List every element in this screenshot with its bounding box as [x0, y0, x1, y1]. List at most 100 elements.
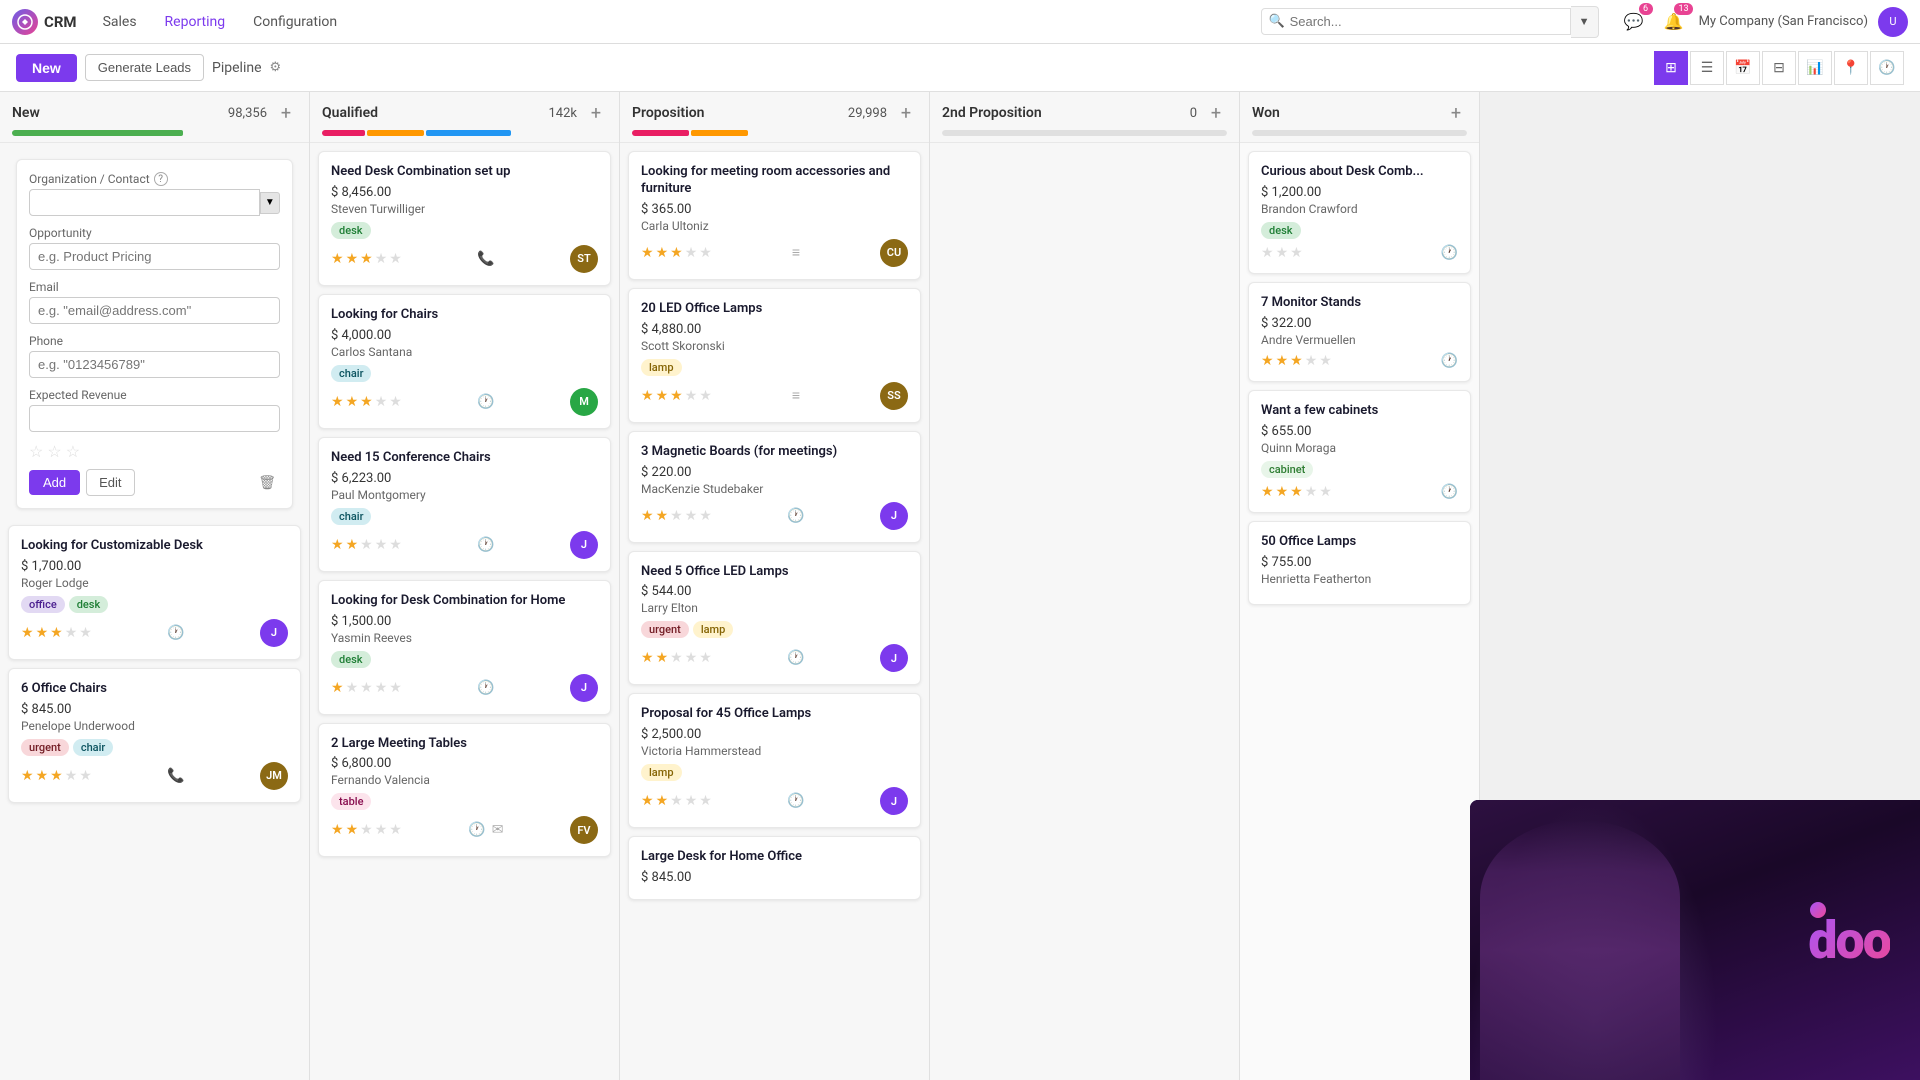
card-amount: $ 655.00 — [1261, 424, 1458, 439]
email-input[interactable] — [29, 297, 280, 324]
clock-icon[interactable]: 🕐 — [167, 625, 184, 641]
card-looking-for-chairs[interactable]: Looking for Chairs $ 4,000.00 Carlos San… — [318, 294, 611, 429]
clock-icon[interactable]: 🕐 — [477, 537, 494, 553]
nav-sales[interactable]: Sales — [93, 10, 147, 34]
clock-icon[interactable]: 🕐 — [468, 822, 485, 838]
card-customizable-desk[interactable]: Looking for Customizable Desk $ 1,700.00… — [8, 525, 301, 660]
org-contact-help-icon[interactable]: ? — [154, 172, 168, 186]
list-icon[interactable]: ≡ — [792, 244, 800, 261]
tag-chair[interactable]: chair — [331, 365, 371, 382]
org-contact-dropdown-btn[interactable]: ▼ — [260, 192, 280, 214]
card-contact: Quinn Moraga — [1261, 441, 1458, 455]
map-view-btn[interactable]: 📍 — [1834, 51, 1868, 85]
expected-revenue-input[interactable]: $0.00 — [29, 405, 280, 432]
phone-icon[interactable]: 📞 — [477, 251, 494, 267]
clock-icon[interactable]: 🕐 — [1441, 245, 1458, 261]
card-need-5-office-led-lamps[interactable]: Need 5 Office LED Lamps $ 544.00 Larry E… — [628, 551, 921, 686]
card-stars: ★ ★ ★ ★ ★ — [21, 625, 92, 641]
card-50-office-lamps[interactable]: 50 Office Lamps $ 755.00 Henrietta Feath… — [1248, 521, 1471, 605]
column-2nd-proposition-add-btn[interactable]: + — [1205, 102, 1227, 124]
column-qualified-add-btn[interactable]: + — [585, 102, 607, 124]
rating-star-1[interactable]: ☆ — [29, 442, 43, 461]
rating-star-3[interactable]: ☆ — [66, 442, 80, 461]
column-new-add-btn[interactable]: + — [275, 102, 297, 124]
notifications-badge: 13 — [1674, 3, 1692, 15]
tag-desk[interactable]: desk — [331, 222, 371, 239]
search-dropdown-btn[interactable]: ▼ — [1571, 6, 1599, 38]
pipeline-settings-icon[interactable]: ⚙ — [270, 60, 282, 75]
phone-field: Phone — [29, 334, 280, 378]
tag-cabinet[interactable]: cabinet — [1261, 461, 1313, 478]
tag-lamp[interactable]: lamp — [641, 764, 682, 781]
card-3-magnetic-boards[interactable]: 3 Magnetic Boards (for meetings) $ 220.0… — [628, 431, 921, 543]
nav-reporting[interactable]: Reporting — [155, 10, 236, 34]
tag-lamp[interactable]: lamp — [641, 359, 682, 376]
kanban-view-btn[interactable]: ⊞ — [1654, 51, 1688, 85]
clock-icon[interactable]: 🕐 — [1441, 353, 1458, 369]
opportunity-input[interactable] — [29, 243, 280, 270]
card-20-led-lamps[interactable]: 20 LED Office Lamps $ 4,880.00 Scott Sko… — [628, 288, 921, 423]
tag-desk[interactable]: desk — [1261, 222, 1301, 239]
phone-icon[interactable]: 📞 — [167, 768, 184, 784]
card-large-desk-home-office[interactable]: Large Desk for Home Office $ 845.00 — [628, 836, 921, 900]
card-want-few-cabinets[interactable]: Want a few cabinets $ 655.00 Quinn Morag… — [1248, 390, 1471, 513]
tag-chair[interactable]: chair — [331, 508, 371, 525]
clock-icon[interactable]: 🕐 — [787, 508, 804, 524]
activity-view-btn[interactable]: 🕐 — [1870, 51, 1904, 85]
pivot-view-btn[interactable]: ⊟ — [1762, 51, 1796, 85]
card-desk-combo-home[interactable]: Looking for Desk Combination for Home $ … — [318, 580, 611, 715]
card-6-office-chairs[interactable]: 6 Office Chairs $ 845.00 Penelope Underw… — [8, 668, 301, 803]
calendar-view-btn[interactable]: 📅 — [1726, 51, 1760, 85]
user-avatar[interactable]: U — [1878, 7, 1908, 37]
tag-desk[interactable]: desk — [69, 596, 109, 613]
tag-chair[interactable]: chair — [73, 739, 113, 756]
column-proposition-add-btn[interactable]: + — [895, 102, 917, 124]
card-need-desk-combo[interactable]: Need Desk Combination set up $ 8,456.00 … — [318, 151, 611, 286]
card-contact: Andre Vermuellen — [1261, 333, 1458, 347]
phone-input[interactable] — [29, 351, 280, 378]
search-input[interactable] — [1261, 8, 1571, 35]
brand-logo[interactable]: CRM — [12, 9, 77, 35]
notifications-btn[interactable]: 🔔 13 — [1659, 7, 1689, 37]
list-view-btn[interactable]: ☰ — [1690, 51, 1724, 85]
messages-btn[interactable]: 💬 6 — [1619, 7, 1649, 37]
card-footer: ★ ★ ★ ★ ★ 📞 JM — [21, 762, 288, 790]
card-curious-desk-combo[interactable]: Curious about Desk Comb... $ 1,200.00 Br… — [1248, 151, 1471, 274]
rating-star-2[interactable]: ☆ — [47, 442, 61, 461]
card-need-15-conf-chairs[interactable]: Need 15 Conference Chairs $ 6,223.00 Pau… — [318, 437, 611, 572]
card-footer: ★ ★ ★ ★ ★ 🕐 J — [331, 531, 598, 559]
tag-desk[interactable]: desk — [331, 651, 371, 668]
tag-table[interactable]: table — [331, 793, 371, 810]
card-tags: desk — [331, 651, 598, 668]
expected-revenue-field: Expected Revenue $0.00 — [29, 388, 280, 432]
column-won-add-btn[interactable]: + — [1445, 102, 1467, 124]
add-button[interactable]: Add — [29, 470, 80, 495]
edit-button[interactable]: Edit — [86, 469, 134, 496]
clock-icon[interactable]: 🕐 — [477, 680, 494, 696]
clock-icon[interactable]: 🕐 — [787, 650, 804, 666]
messages-badge: 6 — [1639, 3, 1653, 15]
nav-configuration[interactable]: Configuration — [243, 10, 347, 34]
rating-row: ☆ ☆ ☆ — [29, 442, 280, 461]
delete-button[interactable]: 🗑 — [254, 470, 280, 495]
list-icon[interactable]: ≡ — [792, 387, 800, 404]
email-icon[interactable]: ✉ — [492, 822, 504, 838]
company-label[interactable]: My Company (San Francisco) — [1699, 14, 1868, 29]
clock-icon[interactable]: 🕐 — [477, 394, 494, 410]
clock-icon[interactable]: 🕐 — [787, 793, 804, 809]
tag-urgent[interactable]: urgent — [641, 621, 689, 638]
clock-icon[interactable]: 🕐 — [1441, 484, 1458, 500]
tag-lamp[interactable]: lamp — [693, 621, 734, 638]
pipeline-label[interactable]: Pipeline — [212, 60, 262, 76]
card-7-monitor-stands[interactable]: 7 Monitor Stands $ 322.00 Andre Vermuell… — [1248, 282, 1471, 382]
generate-leads-button[interactable]: Generate Leads — [85, 54, 204, 81]
graph-view-btn[interactable]: 📊 — [1798, 51, 1832, 85]
card-tags: desk — [331, 222, 598, 239]
card-meeting-room-accessories[interactable]: Looking for meeting room accessories and… — [628, 151, 921, 280]
tag-office[interactable]: office — [21, 596, 65, 613]
card-proposal-45-office-lamps[interactable]: Proposal for 45 Office Lamps $ 2,500.00 … — [628, 693, 921, 828]
new-button[interactable]: New — [16, 54, 77, 82]
tag-urgent[interactable]: urgent — [21, 739, 69, 756]
card-2-large-meeting-tables[interactable]: 2 Large Meeting Tables $ 6,800.00 Fernan… — [318, 723, 611, 858]
org-contact-input[interactable] — [29, 189, 260, 216]
